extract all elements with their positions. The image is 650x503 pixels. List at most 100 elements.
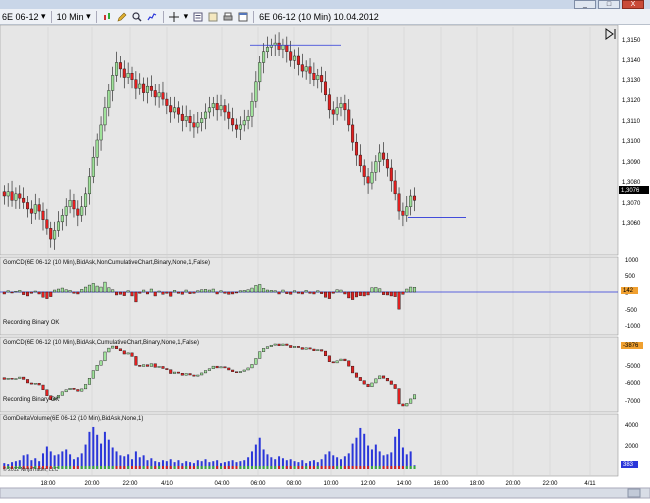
candle-body [262, 51, 266, 63]
pencil-icon[interactable] [117, 11, 128, 22]
volume-delta-tick [398, 466, 401, 469]
cumulative-bar [200, 372, 204, 376]
delta-bar [176, 291, 180, 294]
delta-bar [157, 290, 161, 293]
delta-bar [188, 291, 192, 294]
volume-delta-tick [204, 466, 207, 469]
candle-body [176, 107, 180, 115]
delta-bar [246, 289, 250, 293]
delta-panel[interactable] [0, 256, 619, 336]
chart-area[interactable]: GomCD(6E 06-12 (10 Min),BidAsk,NonCumula… [0, 24, 650, 501]
scrollbar-thumb[interactable] [627, 488, 641, 498]
delta-bar [374, 287, 378, 293]
print-icon[interactable] [222, 11, 233, 22]
delta-bar [180, 291, 184, 295]
crosshair-dropdown[interactable]: ▾ [182, 10, 191, 24]
delta-bar [285, 291, 289, 294]
cumulative-panel-title: GomCD(6E 06-12 (10 Min),BidAsk,Cumulativ… [3, 340, 199, 346]
interval-selector[interactable]: 10 Min ▾ [55, 10, 93, 24]
zoom-icon[interactable] [132, 11, 143, 22]
cumulative-bar [204, 370, 208, 374]
candle-body [316, 75, 320, 80]
delta-bar [215, 291, 219, 295]
indicators-icon[interactable] [147, 11, 158, 22]
chart-style-icon[interactable] [102, 11, 113, 22]
candle-body [378, 152, 382, 162]
cumulative-bar [130, 352, 134, 357]
volume-bar [351, 443, 354, 469]
delta-bar [26, 291, 30, 297]
chart-canvas[interactable]: GomCD(6E 06-12 (10 Min),BidAsk,NonCumula… [0, 24, 650, 501]
volume-delta-tick [250, 466, 253, 469]
candle-body [339, 103, 343, 108]
cumulative-bar [122, 350, 126, 355]
volume-delta-tick [220, 466, 223, 469]
delta-bar [405, 288, 409, 293]
cumulative-bar [95, 365, 99, 371]
volume-delta-tick [394, 466, 397, 469]
candle-body [343, 103, 347, 111]
cumulative-bar [254, 358, 258, 365]
delta-bar [308, 291, 312, 294]
data-box-icon[interactable] [207, 11, 218, 22]
crosshair-icon[interactable] [169, 11, 180, 22]
volume-delta-tick [355, 466, 358, 469]
maximize-button[interactable]: □ [598, 0, 620, 9]
volume-delta-tick [88, 466, 91, 469]
candle-body [320, 75, 324, 83]
delta-bar [118, 291, 122, 295]
price-panel[interactable] [0, 24, 619, 256]
candle-body [149, 85, 153, 91]
delta-bar [382, 291, 386, 295]
cumulative-bar [176, 371, 180, 374]
toolbar-separator [50, 10, 52, 23]
cumulative-bar [378, 375, 382, 380]
cumulative-bar [161, 366, 165, 369]
delta-bar [258, 284, 262, 293]
cumulative-bar [413, 394, 417, 400]
minimize-button[interactable]: _ [574, 0, 596, 9]
delta-bar [103, 281, 107, 293]
volume-delta-tick [363, 466, 366, 469]
price-tick: 1,3140 [622, 58, 641, 64]
volume-delta-tick [409, 466, 412, 469]
candle-body [231, 118, 235, 126]
candle-body [26, 202, 30, 210]
volume-delta-tick [324, 466, 327, 469]
candle-body [153, 90, 157, 98]
delta-bar [60, 287, 64, 293]
horizontal-scrollbar[interactable] [0, 487, 650, 499]
price-tick: 1,3150 [622, 38, 641, 44]
candle-body [254, 81, 258, 102]
volume-bar [111, 447, 114, 469]
candle-body [80, 206, 84, 216]
cumulative-bar [76, 389, 80, 392]
cumulative-bar [211, 365, 215, 369]
delta-bar [254, 285, 258, 293]
cumulative-bar [10, 378, 14, 380]
delta-bar [413, 287, 417, 293]
cumulative-bar [138, 365, 142, 367]
delta-bar [80, 289, 84, 293]
delta-bar [134, 291, 138, 303]
close-button[interactable]: X [622, 0, 644, 9]
volume-delta-tick [181, 466, 184, 469]
delta-bar [72, 291, 76, 294]
delta-bar [296, 291, 300, 294]
cumulative-tick: -6000 [625, 381, 641, 387]
volume-delta-tick [266, 466, 269, 469]
cumulative-bar [389, 380, 393, 385]
cumulative-bar [29, 382, 33, 385]
cumulative-bar [296, 346, 300, 348]
delta-panel-title: GomCD(6E 06-12 (10 Min),BidAsk,NonCumula… [3, 260, 210, 266]
window-icon[interactable] [237, 11, 248, 22]
delta-bar [362, 291, 366, 297]
instrument-selector[interactable]: 6E 06-12 ▾ [0, 10, 48, 24]
candle-body [293, 55, 297, 61]
candle-body [33, 204, 37, 214]
cumulative-bar [409, 398, 413, 404]
time-tick: 04:00 [214, 481, 230, 487]
delta-bar [149, 288, 153, 293]
properties-icon[interactable] [192, 11, 203, 22]
volume-bar [100, 443, 103, 469]
